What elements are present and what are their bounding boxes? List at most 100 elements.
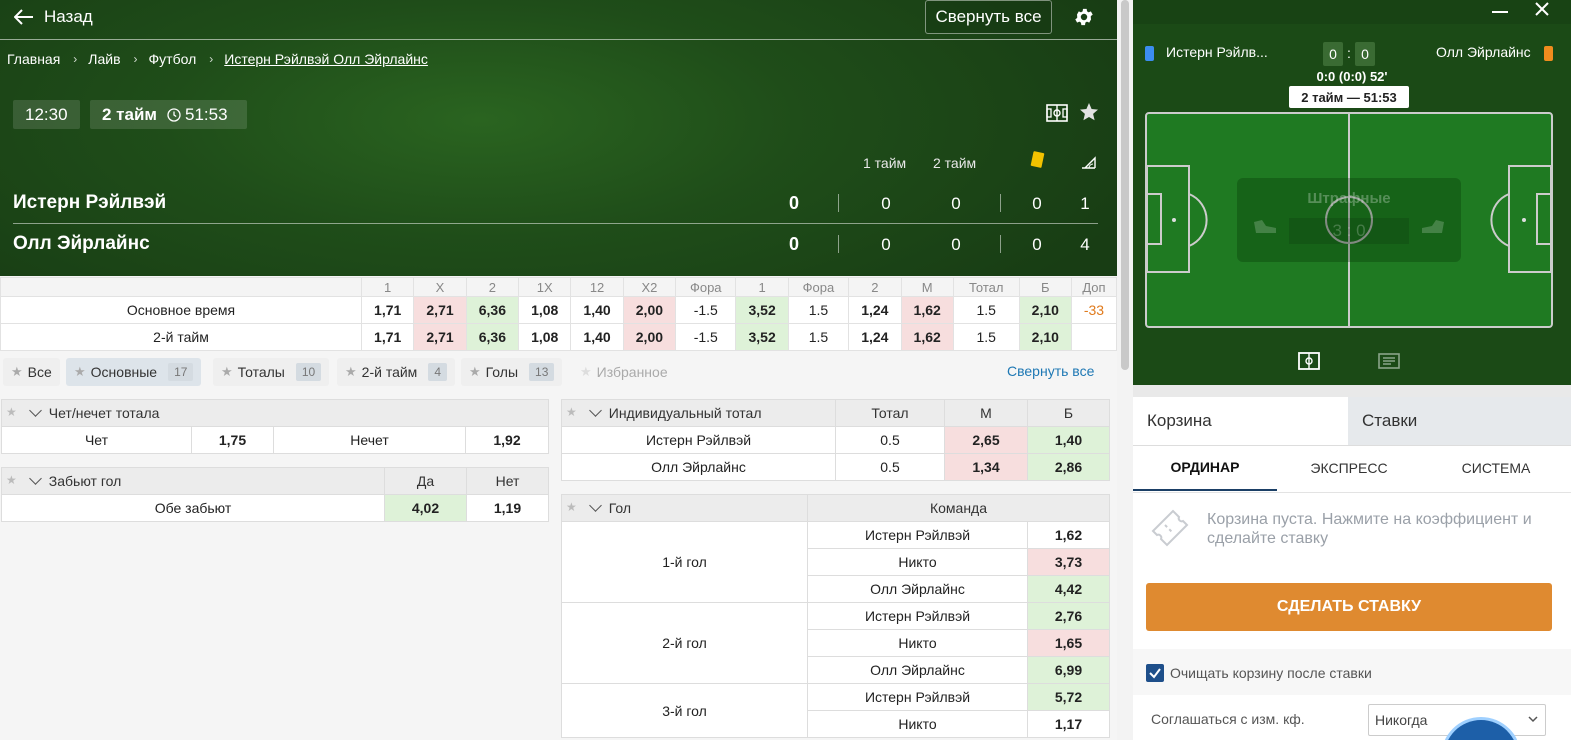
odd-cell[interactable]: 2,10 [1018, 323, 1072, 351]
collapse-all-link[interactable]: Свернуть все [1007, 363, 1094, 379]
market-title-cell[interactable]: ★ Забьют гол [1, 467, 385, 495]
chevron-down-icon [28, 404, 42, 417]
breadcrumb-match[interactable]: Истерн Рэйлвэй Олл Эйрлайнс [224, 51, 428, 67]
star-icon[interactable]: ★ [6, 473, 17, 487]
market-row: 2-й гол Истерн Рэйлвэй 2,76 [561, 602, 1110, 684]
tab-system[interactable]: СИСТЕМА [1421, 445, 1571, 491]
odd-cell[interactable]: 2,00 [622, 323, 677, 351]
odd-cell[interactable]: 1,24 [848, 296, 902, 324]
scrollbar[interactable] [1121, 0, 1129, 370]
odd-cell[interactable]: 6,36 [465, 296, 520, 324]
odd-cell[interactable]: 2,86 [1027, 453, 1110, 481]
tab-single[interactable]: ОРДИНАР [1133, 445, 1277, 491]
market-row: Чет 1,75 Нечет 1,92 [1, 426, 549, 454]
favorite-star-icon[interactable] [1079, 102, 1099, 122]
filter-totals[interactable]: ★ Тоталы 10 [213, 358, 330, 386]
more-markets-link[interactable]: -33 [1070, 296, 1117, 324]
breadcrumb-live[interactable]: Лайв [88, 51, 120, 67]
breadcrumb-football[interactable]: Футбол [149, 51, 197, 67]
star-icon: ★ [74, 364, 86, 379]
star-icon: ★ [580, 364, 592, 379]
filter-goals[interactable]: ★ Голы 13 [461, 358, 563, 386]
odd-cell[interactable]: 2,10 [1018, 296, 1072, 324]
odd-cell[interactable]: 2,65 [944, 426, 1028, 454]
chevron-right-icon: › [209, 52, 214, 66]
market-title-cell[interactable]: ★ Индивидуальный тотал [561, 399, 836, 427]
header-cell: Б [1018, 277, 1072, 297]
filter-count: 4 [428, 363, 447, 381]
odd-cell[interactable]: 3,52 [735, 323, 789, 351]
back-label: Назад [44, 7, 93, 26]
period-label: 2 тайм [102, 104, 157, 124]
odd-cell[interactable]: 1,71 [360, 323, 415, 351]
field-icon[interactable] [1046, 104, 1068, 122]
breadcrumb: Главная › Лайв › Футбол › Истерн Рэйлвэй Ол… [7, 51, 428, 67]
col-first-half: 1 тайм [863, 155, 907, 171]
odd-cell[interactable]: 1,40 [570, 323, 624, 351]
chevron-down-icon [1528, 716, 1538, 723]
chevron-right-icon: › [133, 52, 138, 66]
market-title-cell[interactable]: ★ Гол [561, 494, 808, 522]
odd-cell[interactable]: 2,71 [413, 296, 467, 324]
tab-basket[interactable]: Корзина [1133, 397, 1348, 445]
markets-header-row: 1 X 2 1X 12 X2 Фора 1 Фора 2 М Тотал Б Д… [0, 277, 1117, 297]
odd-cell[interactable]: 1,71 [360, 296, 415, 324]
odd-cell[interactable]: 1,62 [1027, 521, 1110, 549]
odd-cell[interactable]: 1,24 [848, 323, 902, 351]
tab-bets[interactable]: Ставки [1348, 397, 1571, 445]
filter-all[interactable]: ★ Все [3, 358, 60, 386]
outcome-label: Истерн Рэйлвэй [807, 683, 1028, 711]
match-clock: 51:53 [167, 105, 228, 125]
odd-cell[interactable]: 1,75 [191, 426, 274, 454]
odd-cell[interactable]: 1,40 [570, 296, 624, 324]
filter-main[interactable]: ★ Основные 17 [66, 358, 202, 386]
more-markets-link[interactable] [1070, 323, 1117, 351]
header-cell: 1X [518, 277, 572, 297]
tab-express[interactable]: ЭКСПРЕСС [1277, 445, 1421, 491]
odd-cell[interactable]: 6,36 [465, 323, 520, 351]
odd-cell[interactable]: 2,76 [1027, 602, 1110, 630]
odd-cell[interactable]: 1,19 [466, 494, 549, 522]
odd-cell[interactable]: 1,92 [465, 426, 549, 454]
overlay-title: Штрафные [1307, 190, 1391, 207]
odd-cell[interactable]: 4,42 [1027, 575, 1110, 603]
star-icon[interactable]: ★ [566, 500, 577, 514]
clear-basket-checkbox[interactable] [1146, 664, 1164, 682]
viz-away-team: Олл Эйрлайнс [1436, 44, 1531, 60]
odd-cell[interactable]: 1,17 [1027, 710, 1110, 738]
breadcrumb-home[interactable]: Главная [7, 51, 60, 67]
minimize-icon[interactable] [1491, 6, 1509, 16]
field-icon[interactable] [1298, 352, 1320, 370]
star-icon[interactable]: ★ [566, 405, 577, 419]
odd-cell[interactable]: 1,40 [1027, 426, 1110, 454]
odd-cell[interactable]: 1,34 [944, 453, 1028, 481]
collapse-all-button[interactable]: Свернуть все [925, 0, 1052, 34]
market-row: 3-й гол Истерн Рэйлвэй 5,72 [561, 683, 1110, 738]
odd-cell[interactable]: 1,08 [518, 296, 572, 324]
odd-cell[interactable]: 2,71 [413, 323, 467, 351]
gear-icon[interactable] [1073, 6, 1095, 28]
filter-second-half[interactable]: ★ 2-й тайм 4 [337, 358, 455, 386]
place-bet-button[interactable]: СДЕЛАТЬ СТАВКУ [1146, 583, 1552, 631]
odd-cell[interactable]: 2,00 [622, 296, 677, 324]
odd-cell[interactable]: 1,62 [900, 323, 954, 351]
filter-label: Голы [485, 364, 519, 380]
back-button[interactable]: Назад [14, 4, 93, 30]
divider [838, 235, 839, 253]
filter-favorites[interactable]: ★ Избранное [572, 358, 676, 386]
divider [13, 223, 1098, 224]
odd-cell[interactable]: 1,62 [900, 296, 954, 324]
odd-cell[interactable]: 3,52 [735, 296, 789, 324]
odd-cell[interactable]: 1,65 [1027, 629, 1110, 657]
star-icon: ★ [11, 364, 23, 379]
odd-cell[interactable]: 3,73 [1027, 548, 1110, 576]
close-icon[interactable] [1535, 2, 1549, 16]
stats-list-icon[interactable] [1378, 353, 1400, 369]
star-icon[interactable]: ★ [6, 405, 17, 419]
odd-cell[interactable]: 4,02 [384, 494, 467, 522]
odd-cell[interactable]: 6,99 [1027, 656, 1110, 684]
match-main-panel: Назад Свернуть все Главная › Лайв › Футбол… [0, 0, 1117, 740]
market-title-cell[interactable]: ★ Чет/нечет тотала [1, 399, 549, 427]
odd-cell[interactable]: 5,72 [1027, 683, 1110, 711]
odd-cell[interactable]: 1,08 [518, 323, 572, 351]
